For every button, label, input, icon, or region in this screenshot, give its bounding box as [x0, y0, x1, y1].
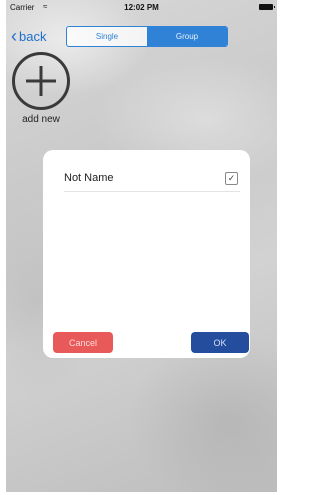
add-new-label: add new — [22, 114, 60, 125]
chevron-left-icon: ‹ — [11, 26, 17, 46]
status-bar: Carrier ≈ 12:02 PM — [6, 0, 277, 16]
plus-circle-icon — [12, 52, 70, 110]
selection-dialog: Not Name ✓ Cancel OK — [43, 150, 250, 358]
app-screen: Carrier ≈ 12:02 PM ‹ back Single Group a… — [6, 0, 277, 492]
ok-button[interactable]: OK — [191, 332, 249, 353]
add-new-button[interactable]: add new — [10, 52, 72, 125]
list-item[interactable]: Not Name ✓ — [64, 165, 240, 192]
segment-single[interactable]: Single — [67, 27, 147, 46]
list-item-label: Not Name — [64, 172, 114, 184]
cancel-button[interactable]: Cancel — [53, 332, 113, 353]
checkbox[interactable]: ✓ — [225, 171, 238, 185]
segment-group[interactable]: Group — [147, 27, 227, 46]
back-label: back — [19, 28, 47, 44]
back-button[interactable]: ‹ back — [11, 26, 46, 46]
battery-icon — [259, 4, 275, 10]
clock-time: 12:02 PM — [124, 3, 159, 12]
segmented-control: Single Group — [66, 26, 228, 47]
